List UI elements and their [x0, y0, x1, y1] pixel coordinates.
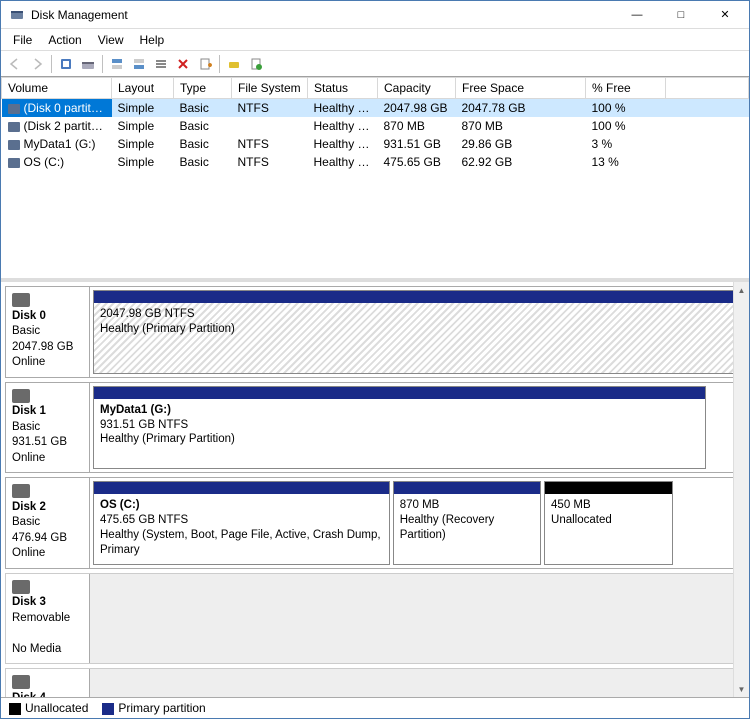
separator: [219, 55, 220, 73]
menu-action[interactable]: Action: [40, 31, 89, 49]
disk-partitions: MyData1 (G:)931.51 GB NTFSHealthy (Prima…: [90, 383, 742, 473]
table-row[interactable]: OS (C:)SimpleBasicNTFSHealthy (S...475.6…: [2, 153, 749, 171]
disk-partitions: [90, 574, 742, 664]
disk-icon: [12, 580, 30, 594]
menubar: File Action View Help: [1, 29, 749, 51]
partition[interactable]: 450 MBUnallocated: [544, 481, 673, 565]
partition[interactable]: OS (C:)475.65 GB NTFSHealthy (System, Bo…: [93, 481, 390, 565]
disk-partitions: [90, 669, 742, 697]
titlebar: Disk Management — □ ✕: [1, 1, 749, 29]
col-layout[interactable]: Layout: [112, 78, 174, 99]
partition-bar: [545, 482, 672, 494]
disk-icon: [12, 675, 30, 689]
delete-button[interactable]: [173, 54, 193, 74]
partition-bar: [94, 387, 705, 399]
disk-row: Disk 3RemovableNo Media: [5, 573, 743, 665]
partition-body: OS (C:)475.65 GB NTFSHealthy (System, Bo…: [94, 494, 389, 564]
table-row[interactable]: (Disk 0 partition 2)SimpleBasicNTFSHealt…: [2, 99, 749, 118]
scroll-down-icon[interactable]: ▼: [734, 681, 749, 697]
partition[interactable]: 870 MBHealthy (Recovery Partition): [393, 481, 541, 565]
menu-help[interactable]: Help: [132, 31, 173, 49]
partition-bar: [394, 482, 540, 494]
col-capacity[interactable]: Capacity: [378, 78, 456, 99]
forward-button[interactable]: [27, 54, 47, 74]
disk-icon: [12, 293, 30, 307]
disk-partitions: 2047.98 GB NTFSHealthy (Primary Partitio…: [90, 287, 742, 377]
disk-icon: [12, 484, 30, 498]
separator: [51, 55, 52, 73]
menu-view[interactable]: View: [90, 31, 132, 49]
volume-icon: [8, 104, 20, 114]
partition-bar: [94, 482, 389, 494]
disk-label[interactable]: Disk 1Basic931.51 GBOnline: [6, 383, 90, 473]
col-freespace[interactable]: Free Space: [456, 78, 586, 99]
table-row[interactable]: (Disk 2 partition 2)SimpleBasicHealthy (…: [2, 117, 749, 135]
partition-body: 870 MBHealthy (Recovery Partition): [394, 494, 540, 564]
volume-icon: [8, 122, 20, 132]
disk-partitions: OS (C:)475.65 GB NTFSHealthy (System, Bo…: [90, 478, 742, 568]
menu-file[interactable]: File: [5, 31, 40, 49]
disk-graphical-pane: Disk 0Basic2047.98 GBOnline2047.98 GB NT…: [1, 282, 749, 697]
legend-unallocated: Unallocated: [9, 701, 88, 715]
partition-body: 450 MBUnallocated: [545, 494, 672, 564]
volume-list-pane: Volume Layout Type File System Status Ca…: [1, 77, 749, 282]
disk-label[interactable]: Disk 3RemovableNo Media: [6, 574, 90, 664]
table-row[interactable]: MyData1 (G:)SimpleBasicNTFSHealthy (P...…: [2, 135, 749, 153]
col-type[interactable]: Type: [174, 78, 232, 99]
minimize-button[interactable]: —: [615, 1, 659, 29]
disk-label[interactable]: Disk 0Basic2047.98 GBOnline: [6, 287, 90, 377]
separator: [102, 55, 103, 73]
partition[interactable]: 2047.98 GB NTFSHealthy (Primary Partitio…: [93, 290, 738, 374]
settings-button[interactable]: [78, 54, 98, 74]
close-button[interactable]: ✕: [703, 1, 747, 29]
volume-icon: [8, 158, 20, 168]
col-spacer[interactable]: [666, 78, 749, 99]
swatch-black-icon: [9, 703, 21, 715]
scrollbar[interactable]: ▲ ▼: [733, 282, 749, 697]
disk-label[interactable]: Disk 4RemovableNo Media: [6, 669, 90, 697]
properties-button[interactable]: [195, 54, 215, 74]
partition-bar: [94, 291, 737, 303]
partition-body: MyData1 (G:)931.51 GB NTFSHealthy (Prima…: [94, 399, 705, 469]
window-title: Disk Management: [31, 8, 615, 22]
disk-label[interactable]: Disk 2Basic476.94 GBOnline: [6, 478, 90, 568]
disk-row: Disk 1Basic931.51 GBOnlineMyData1 (G:)93…: [5, 382, 743, 474]
partition[interactable]: MyData1 (G:)931.51 GB NTFSHealthy (Prima…: [93, 386, 706, 470]
col-pctfree[interactable]: % Free: [586, 78, 666, 99]
action1-button[interactable]: [224, 54, 244, 74]
maximize-button[interactable]: □: [659, 1, 703, 29]
toolbar: [1, 51, 749, 77]
partition-body: 2047.98 GB NTFSHealthy (Primary Partitio…: [94, 303, 737, 373]
view-bottom-button[interactable]: [129, 54, 149, 74]
col-status[interactable]: Status: [308, 78, 378, 99]
legend: Unallocated Primary partition: [1, 697, 749, 718]
col-filesystem[interactable]: File System: [232, 78, 308, 99]
refresh-button[interactable]: [56, 54, 76, 74]
swatch-blue-icon: [102, 703, 114, 715]
help-button[interactable]: [246, 54, 266, 74]
col-volume[interactable]: Volume: [2, 78, 112, 99]
disk-row: Disk 4RemovableNo Media: [5, 668, 743, 697]
app-icon: [9, 7, 25, 23]
volume-table[interactable]: Volume Layout Type File System Status Ca…: [1, 77, 749, 171]
view-list-button[interactable]: [151, 54, 171, 74]
legend-primary: Primary partition: [102, 701, 205, 715]
disk-row: Disk 2Basic476.94 GBOnlineOS (C:)475.65 …: [5, 477, 743, 569]
back-button[interactable]: [5, 54, 25, 74]
volume-icon: [8, 140, 20, 150]
disk-row: Disk 0Basic2047.98 GBOnline2047.98 GB NT…: [5, 286, 743, 378]
disk-icon: [12, 389, 30, 403]
scroll-up-icon[interactable]: ▲: [734, 282, 749, 298]
view-top-button[interactable]: [107, 54, 127, 74]
